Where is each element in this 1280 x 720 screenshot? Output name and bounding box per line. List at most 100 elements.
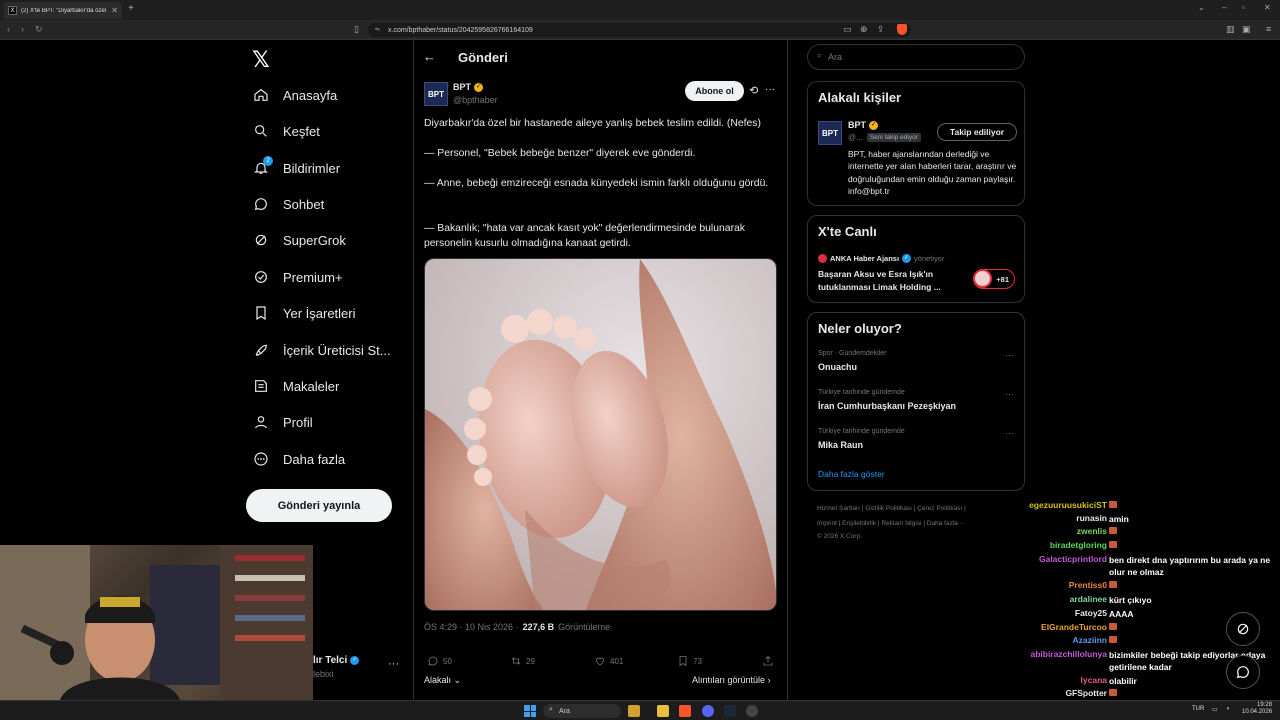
chat-username[interactable]: ElGrandeTurcoo — [1041, 622, 1107, 632]
taskbar-search-input[interactable]: ⌕ Ara — [543, 704, 621, 718]
baby-feet-photo — [425, 259, 776, 610]
network-icon[interactable]: ▭ — [1212, 706, 1218, 713]
messages-fab-button[interactable] — [1226, 655, 1260, 689]
chat-username[interactable]: Azaziinn — [1073, 635, 1107, 645]
windows-taskbar: ⌕ Ara TUR ▭ ◖ 19:28 10.04.2026 — [0, 700, 1280, 720]
close-tab-icon[interactable]: ✕ — [111, 6, 118, 15]
file-explorer-icon[interactable] — [657, 705, 669, 717]
more-icon[interactable]: ··· — [1005, 350, 1014, 360]
views-count: 227,6 B — [522, 622, 555, 632]
forward-icon[interactable]: › — [21, 24, 24, 34]
site-info-icon[interactable]: ⇋ — [375, 26, 380, 33]
chat-username[interactable]: biradetgloring — [1050, 540, 1107, 550]
nav-item-person[interactable]: Profil — [253, 409, 313, 435]
author-name-row[interactable]: BPT ✓ — [453, 82, 483, 92]
post-image[interactable] — [424, 258, 777, 611]
nav-item-rocket[interactable]: İçerik Üreticisi St... — [253, 337, 391, 363]
live-host-row[interactable]: ANKA Haber Ajansı ✓ yönetiyor — [818, 254, 944, 263]
cast-icon[interactable]: ▭ — [843, 24, 852, 35]
sidebar-icon[interactable]: ▥ — [1226, 24, 1235, 35]
volume-icon[interactable]: ◖ — [1226, 706, 1230, 712]
reload-icon[interactable]: ↻ — [35, 24, 43, 35]
bookmark-page-icon[interactable]: ▯ — [354, 24, 359, 35]
subscribe-button[interactable]: Abone ol — [685, 81, 744, 101]
bookmark-icon — [679, 656, 687, 667]
chat-username[interactable]: zwenlis — [1077, 526, 1107, 536]
browser-tab[interactable]: X (2) X'te BPT: "Diyarbakır'da özel ✕ — [4, 2, 122, 19]
x-logo-icon[interactable]: 𝕏 — [252, 47, 270, 73]
nav-item-search[interactable]: Keşfet — [253, 118, 320, 144]
related-avatar[interactable]: BPT — [818, 121, 842, 145]
like-button[interactable]: 401 — [594, 655, 623, 667]
search-icon: ⌕ — [549, 706, 553, 713]
more-icon[interactable]: ··· — [388, 658, 399, 670]
search-input[interactable]: ⌕ Ara — [807, 44, 1025, 70]
steam-icon[interactable] — [724, 705, 736, 717]
replies-sort-dropdown[interactable]: Alakalı ⌄ — [424, 675, 461, 686]
brave-browser-icon[interactable] — [679, 705, 691, 717]
live-card: X'te Canlı ANKA Haber Ajansı ✓ yönetiyor… — [807, 215, 1025, 303]
bookmark-button[interactable]: 73 — [677, 655, 702, 667]
views-label: Görüntüleme — [558, 622, 611, 632]
nav-item-chat[interactable]: Sohbet — [253, 191, 324, 217]
account-switcher[interactable]: lır Telci ✓ — [313, 655, 360, 666]
post-time[interactable]: ÖS 4:29 · 10 Nis 2026 · — [424, 622, 519, 632]
more-icon[interactable]: ··· — [765, 84, 775, 95]
nav-item-bell[interactable]: 2 Bildirimler — [253, 155, 340, 181]
windows-start-icon[interactable] — [524, 705, 536, 717]
url-field[interactable]: ⇋ x.com/bpthaber/status/2042595826766164… — [368, 23, 911, 37]
brave-shields-icon[interactable] — [897, 24, 907, 35]
author-handle[interactable]: @bpthaber — [453, 95, 498, 105]
live-text[interactable]: Başaran Aksu ve Esra Işık'ın tutuklanmas… — [818, 268, 966, 293]
more-icon[interactable]: ··· — [1005, 389, 1014, 399]
chat-username[interactable]: ardalinee — [1070, 594, 1107, 604]
reply-button[interactable]: 50 — [427, 655, 452, 667]
chat-username[interactable]: Galacticprintlord — [1039, 554, 1107, 564]
app-icon[interactable] — [746, 705, 758, 717]
nav-item-more-circle[interactable]: Daha fazla — [253, 446, 345, 472]
trends-card: Neler oluyor? Spor · Gündemdekiler Onuac… — [807, 312, 1025, 491]
tray-lang[interactable]: TUR — [1192, 706, 1204, 712]
close-window-icon[interactable]: ✕ — [1264, 3, 1271, 12]
nav-item-premium[interactable]: Premium+ — [253, 264, 343, 290]
share-button[interactable] — [762, 655, 774, 667]
wallet-icon[interactable]: ▣ — [1242, 24, 1251, 35]
chat-username[interactable]: abibirazchillolunya — [1030, 649, 1107, 659]
zoom-icon[interactable]: ⊕ — [860, 24, 868, 35]
post-text-line: — Personel, "Bebek bebeğe benzer" diyere… — [424, 148, 696, 159]
repost-button[interactable]: 29 — [510, 655, 535, 667]
more-icon[interactable]: ··· — [1005, 428, 1014, 438]
minimize-icon[interactable]: – — [1222, 3, 1226, 12]
nav-item-grok[interactable]: SuperGrok — [253, 227, 346, 253]
share-icon[interactable]: ⇪ — [877, 24, 885, 35]
widget-icon[interactable] — [628, 705, 640, 717]
back-arrow-icon[interactable]: ← — [423, 49, 436, 64]
show-more-link[interactable]: Daha fazla göster — [818, 469, 885, 479]
post-button[interactable]: Gönderi yayınla — [246, 489, 392, 522]
chat-username[interactable]: egezuuruusukiciST — [1029, 500, 1107, 510]
nav-item-bookmark[interactable]: Yer İşaretleri — [253, 300, 356, 326]
tray-clock[interactable]: 19:28 10.04.2026 — [1242, 702, 1272, 716]
grok-fab-button[interactable] — [1226, 612, 1260, 646]
chat-username[interactable]: Fatoy25 — [1075, 608, 1107, 618]
new-tab-icon[interactable]: + — [128, 3, 134, 14]
live-listeners[interactable]: +81 — [973, 269, 1015, 289]
discord-icon[interactable] — [702, 705, 714, 717]
chat-username[interactable]: lycana — [1081, 675, 1107, 685]
footer-links-row[interactable]: Imprint | Erişilebilirlik | Reklam bilgi… — [817, 520, 966, 527]
chevron-down-icon[interactable]: ⌄ — [1198, 3, 1205, 12]
restore-icon[interactable]: ▫ — [1242, 3, 1245, 12]
menu-icon[interactable]: ≡ — [1266, 24, 1271, 34]
related-name-row[interactable]: BPT ✓ — [848, 120, 878, 130]
back-icon[interactable]: ‹ — [7, 24, 10, 34]
grok-icon[interactable]: ⟲ — [749, 84, 758, 97]
author-avatar[interactable]: BPT — [424, 82, 448, 106]
nav-item-article[interactable]: Makaleler — [253, 373, 339, 399]
chat-username[interactable]: Prentiss0 — [1069, 580, 1107, 590]
nav-item-home[interactable]: Anasayfa — [253, 82, 337, 108]
view-quotes-link[interactable]: Alıntıları görüntüle › — [692, 675, 771, 685]
following-button[interactable]: Takip ediliyor — [937, 123, 1017, 141]
footer-links-row[interactable]: Hizmet Şartları | Gizlilik Politikası | … — [817, 505, 966, 512]
chat-username[interactable]: runasin — [1076, 513, 1107, 523]
chat-username[interactable]: GFSpotter — [1065, 688, 1107, 698]
